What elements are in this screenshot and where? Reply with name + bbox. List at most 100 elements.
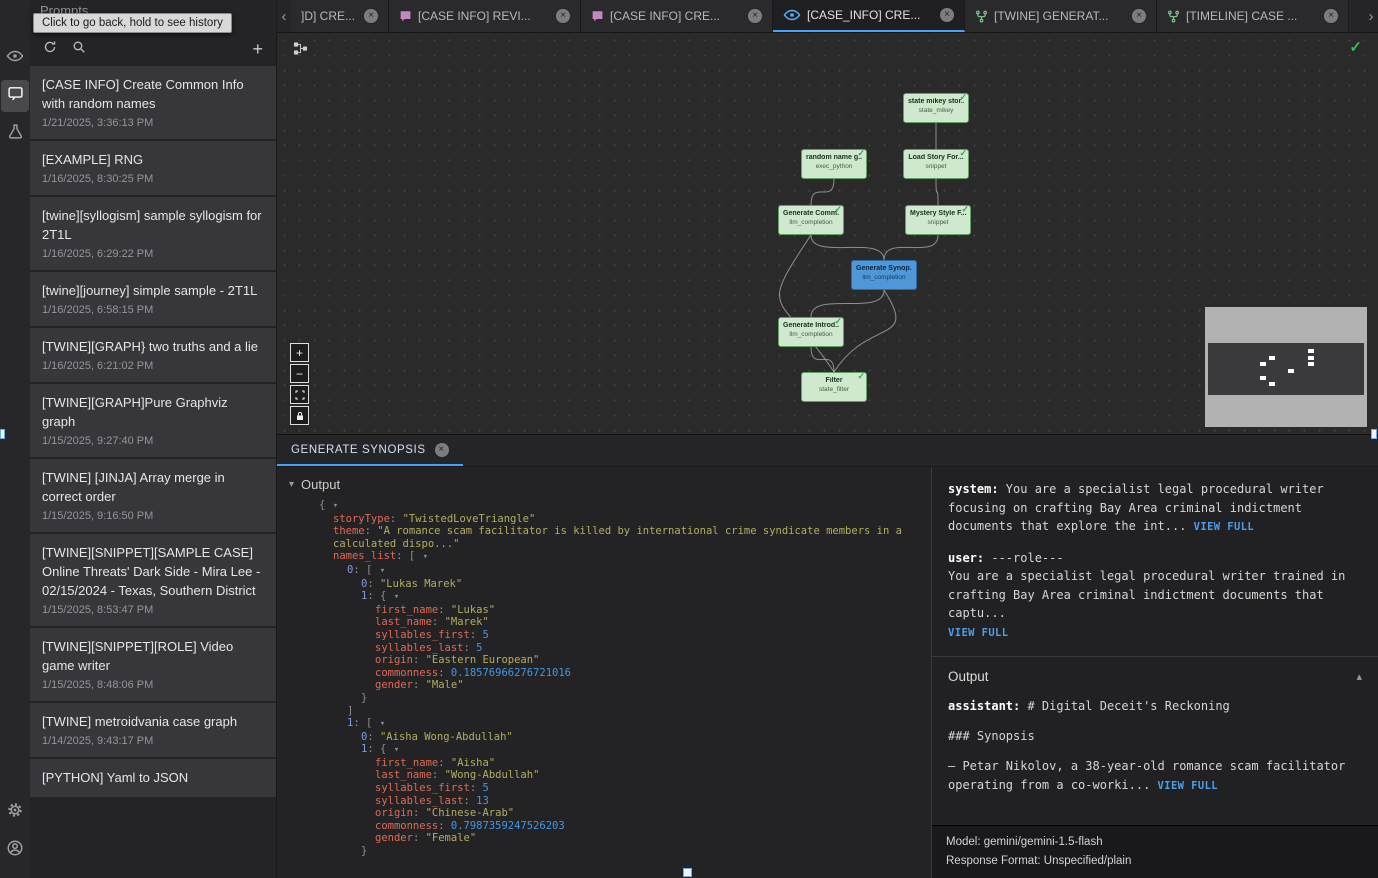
search-icon[interactable] — [72, 40, 86, 59]
check-icon: ✓ — [857, 371, 865, 382]
bottom-panel: GENERATE SYNOPSIS × ▾ Output { ▾storyTyp… — [277, 435, 1378, 878]
check-icon: ✓ — [834, 204, 842, 215]
prompt-list-item[interactable]: [TWINE] metroidvania case graph1/14/2025… — [30, 703, 276, 757]
output-line: assistant: # Digital Deceit's Reckoning — [948, 697, 1362, 716]
close-icon[interactable]: × — [748, 9, 762, 23]
prompt-title: [TWINE][GRAPH]Pure Graphviz graph — [42, 393, 264, 431]
rail-flask-button[interactable] — [1, 118, 29, 150]
resize-handle[interactable] — [1371, 429, 1377, 439]
json-line: ] — [289, 705, 931, 718]
graph-node[interactable]: Generate Comm...llm_completion✓ — [778, 205, 844, 235]
minimap-node-dot — [1269, 382, 1275, 386]
editor-tab[interactable]: [TWINE] GENERAT...× — [965, 0, 1157, 32]
node-type: exec_python — [806, 163, 862, 170]
json-tree[interactable]: { ▾storyType: "TwistedLoveTriangle"theme… — [289, 499, 931, 858]
comment-icon — [591, 10, 604, 23]
close-icon[interactable]: × — [556, 9, 570, 23]
editor-tab[interactable]: [TIMELINE] CASE ...× — [1157, 0, 1349, 32]
close-icon[interactable]: × — [1324, 9, 1338, 23]
graph-canvas[interactable]: state mikey stor...state_mikey✓random na… — [277, 33, 1378, 435]
json-line: syllables_first: 5 — [289, 782, 931, 795]
bottom-tab-label: GENERATE SYNOPSIS — [291, 444, 426, 456]
json-line: 1: { ▾ — [289, 590, 931, 604]
fit-view-button[interactable] — [290, 385, 309, 404]
close-icon[interactable]: × — [1132, 9, 1146, 23]
minimap-node-dot — [1288, 369, 1294, 373]
prompt-list-item[interactable]: [CASE INFO] Create Common Info with rand… — [30, 66, 276, 139]
minimap-node-dot — [1260, 362, 1266, 366]
view-full-link[interactable]: VIEW FULL — [1158, 780, 1219, 792]
bottom-tab-generate-synopsis[interactable]: GENERATE SYNOPSIS × — [277, 435, 463, 466]
json-line: gender: "Female" — [289, 832, 931, 845]
node-title: Filter — [806, 377, 862, 384]
editor-tab[interactable]: [CASE INFO] CRE...× — [581, 0, 773, 32]
prompt-list-item[interactable]: [TWINE][SNIPPET][SAMPLE CASE] Online Thr… — [30, 534, 276, 626]
zoom-out-button[interactable]: − — [290, 364, 309, 383]
prompt-list-item[interactable]: [twine][syllogism] sample syllogism for … — [30, 197, 276, 270]
node-type: llm_completion — [783, 219, 839, 226]
add-prompt-button[interactable]: + — [252, 40, 263, 58]
close-icon[interactable]: × — [364, 9, 378, 23]
graph-node[interactable]: Generate Introd...llm_completion✓ — [778, 317, 844, 347]
json-line: syllables_last: 5 — [289, 642, 931, 655]
message-system: system: You are a specialist legal proce… — [948, 480, 1362, 537]
prompt-list-item[interactable]: [TWINE][SNIPPET][ROLE] Video game writer… — [30, 628, 276, 701]
editor-tab[interactable]: ]D] CRE...× — [291, 0, 389, 32]
close-icon[interactable]: × — [435, 443, 449, 457]
prompt-list-item[interactable]: [PYTHON] Yaml to JSON — [30, 759, 276, 797]
view-full-link[interactable]: VIEW FULL — [1194, 521, 1255, 533]
zoom-in-button[interactable]: + — [290, 343, 309, 362]
prompt-list-item[interactable]: [TWINE][GRAPH]Pure Graphviz graph1/15/20… — [30, 384, 276, 457]
json-line: gender: "Male" — [289, 679, 931, 692]
prompt-timestamp: 1/16/2025, 8:30:25 PM — [42, 173, 264, 185]
close-icon[interactable]: × — [940, 8, 954, 22]
rail-eye-button[interactable] — [1, 42, 29, 74]
prompts-sidebar: Prompts Click to go back, hold to see hi… — [30, 0, 277, 878]
editor-tab[interactable]: [CASE INFO] REVI...× — [389, 0, 581, 32]
prompt-list: [CASE INFO] Create Common Info with rand… — [30, 62, 276, 878]
json-line: commonness: 0.18576966276721016 — [289, 667, 931, 680]
chevron-up-icon[interactable]: ▴ — [1356, 670, 1362, 683]
view-full-link[interactable]: VIEW FULL — [948, 627, 1009, 639]
tab-label: [CASE_INFO] CRE... — [807, 8, 934, 22]
rail-settings-gear-button[interactable] — [1, 796, 29, 828]
model-info: Model: gemini/gemini-1.5-flash — [946, 833, 1364, 852]
scroll-tabs-right-icon[interactable]: › — [1364, 0, 1378, 32]
refresh-icon[interactable] — [43, 40, 57, 59]
prompt-list-item[interactable]: [TWINE][GRAPH} two truths and a lie1/16/… — [30, 328, 276, 382]
graph-node[interactable]: Load Story For...snippet✓ — [903, 149, 969, 179]
message-role: assistant: — [948, 699, 1020, 713]
graph-node[interactable]: Filter state_filter ✓ — [801, 372, 867, 402]
check-icon: ✓ — [959, 92, 967, 103]
resize-handle[interactable] — [0, 429, 5, 439]
output-heading: Output — [301, 477, 340, 492]
json-line: 0: [ ▾ — [289, 564, 931, 578]
lock-button[interactable] — [290, 406, 309, 425]
prompt-timestamp: 1/16/2025, 6:58:15 PM — [42, 304, 264, 316]
output-section-title: Output — [948, 669, 989, 684]
output-line: ### Synopsis — [948, 727, 1362, 746]
rail-prompts-button[interactable] — [1, 80, 29, 112]
prompt-list-item[interactable]: [twine][journey] simple sample - 2T1L1/1… — [30, 272, 276, 326]
chevron-down-icon[interactable]: ▾ — [289, 479, 294, 490]
minimap[interactable] — [1205, 307, 1367, 427]
graph-node[interactable]: Generate Synop...llm_completion — [851, 260, 917, 290]
rail-account-button[interactable] — [1, 834, 29, 866]
minimap-node-dot — [1308, 362, 1314, 366]
editor-tab[interactable]: [CASE_INFO] CRE... × — [773, 0, 965, 32]
json-line: origin: "Chinese-Arab" — [289, 807, 931, 820]
node-type: state_filter — [806, 386, 862, 393]
prompt-list-item[interactable]: [EXAMPLE] RNG1/16/2025, 8:30:25 PM — [30, 141, 276, 195]
prompt-timestamp: 1/14/2025, 9:43:17 PM — [42, 735, 264, 747]
graph-node[interactable]: Mystery Style F...snippet✓ — [905, 205, 971, 235]
prompt-title: [CASE INFO] Create Common Info with rand… — [42, 75, 264, 113]
prompt-list-item[interactable]: [TWINE] [JINJA] Array merge in correct o… — [30, 459, 276, 532]
graph-node[interactable]: random name g...exec_python✓ — [801, 149, 867, 179]
resize-handle[interactable] — [683, 868, 692, 877]
node-type: llm_completion — [783, 331, 839, 338]
editor-tabs: ]D] CRE...×[CASE INFO] REVI...×[CASE INF… — [291, 0, 1349, 32]
scroll-tabs-left-icon[interactable]: ‹ — [277, 0, 291, 32]
graph-node[interactable]: state mikey stor...state_mikey✓ — [903, 93, 969, 123]
auto-layout-icon[interactable] — [293, 41, 308, 61]
eye-icon — [783, 6, 801, 24]
